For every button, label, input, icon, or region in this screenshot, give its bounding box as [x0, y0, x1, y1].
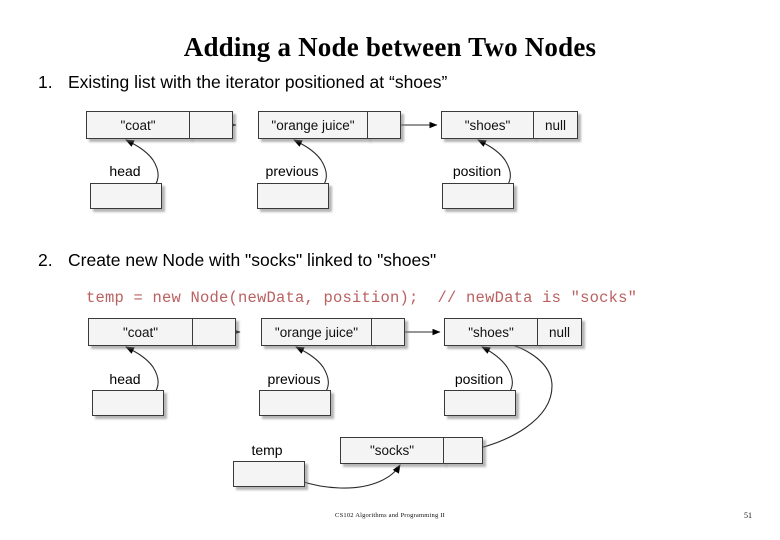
- d2-node-shoes-link-value: null: [548, 324, 570, 340]
- d2-node-orangejuice-link-value: [372, 319, 404, 345]
- slide-title: Adding a Node between Two Nodes: [183, 32, 597, 62]
- d2-var-position-value: [445, 391, 515, 415]
- footer-course-text: CS102 Algorithms and Programming II: [335, 512, 445, 519]
- footer-page-number: 51: [744, 511, 752, 520]
- d1-node-shoes: "shoes": [441, 111, 534, 139]
- d2-var-previous-box: [259, 390, 331, 416]
- step-2-label: Create new Node with "socks" linked to "…: [68, 250, 437, 270]
- d1-var-previous-label: previous: [265, 163, 319, 179]
- d2-node-socks-link-value: [444, 438, 482, 463]
- d1-node-coat: "coat": [86, 111, 190, 139]
- d1-var-previous-box: [257, 183, 329, 209]
- d2-node-orangejuice: "orange juice": [261, 318, 372, 346]
- d1-node-coat-link: [189, 111, 233, 139]
- d1-var-head-box: [90, 183, 162, 209]
- d1-var-position-label: position: [452, 163, 502, 179]
- slide-canvas: Adding a Node between Two Nodes 1. Existi…: [0, 0, 780, 540]
- d1-node-shoes-link: null: [533, 111, 578, 139]
- d2-node-shoes: "shoes": [444, 318, 538, 346]
- d1-node-shoes-data: "shoes": [464, 117, 511, 133]
- d1-node-orangejuice-link-value: [368, 112, 400, 138]
- d2-var-position-label: position: [454, 371, 504, 387]
- d2-var-head-box: [92, 390, 164, 416]
- d2-var-temp-box: [233, 461, 305, 487]
- d2-node-coat: "coat": [88, 318, 193, 346]
- d1-node-orangejuice-data: "orange juice": [271, 117, 355, 133]
- d2-var-position-box: [444, 390, 516, 416]
- d1-var-position-value: [443, 184, 513, 208]
- d1-node-orangejuice-link: [367, 111, 401, 139]
- d2-var-previous-label: previous: [267, 371, 321, 387]
- d2-node-shoes-data: "shoes": [468, 324, 514, 340]
- d1-node-orangejuice: "orange juice": [258, 111, 368, 139]
- d2-node-socks: "socks": [340, 437, 444, 464]
- step-1-text: 1. Existing list with the iterator positi…: [38, 72, 447, 93]
- d2-var-head-value: [93, 391, 163, 415]
- d2-node-coat-data: "coat": [122, 324, 159, 340]
- d2-node-orangejuice-data: "orange juice": [274, 324, 359, 340]
- d1-node-shoes-link-value: null: [544, 117, 566, 133]
- d2-node-coat-link-value: [193, 319, 235, 345]
- d2-var-head-label: head: [109, 371, 141, 387]
- step-2-number: 2.: [38, 250, 53, 270]
- d2-node-socks-data: "socks": [369, 443, 415, 458]
- d2-var-temp-label: temp: [251, 442, 283, 458]
- d2-node-orangejuice-link: [371, 318, 405, 346]
- d2-var-temp-value: [234, 462, 304, 486]
- d2-node-socks-link: [443, 437, 483, 464]
- d1-var-head-value: [91, 184, 161, 208]
- d1-node-coat-data: "coat": [120, 117, 156, 133]
- d2-node-coat-link: [192, 318, 236, 346]
- step-1-number: 1.: [38, 72, 53, 92]
- d1-var-head-label: head: [109, 163, 141, 179]
- step-2-text: 2. Create new Node with "socks" linked to…: [38, 250, 436, 271]
- d2-node-shoes-link: null: [537, 318, 582, 346]
- code-line: temp = new Node(newData, position); // n…: [86, 289, 638, 307]
- d2-var-previous-value: [260, 391, 330, 415]
- d1-var-previous-value: [258, 184, 328, 208]
- d1-var-position-box: [442, 183, 514, 209]
- d1-node-coat-link-value: [190, 112, 232, 138]
- step-1-label: Existing list with the iterator position…: [68, 72, 448, 92]
